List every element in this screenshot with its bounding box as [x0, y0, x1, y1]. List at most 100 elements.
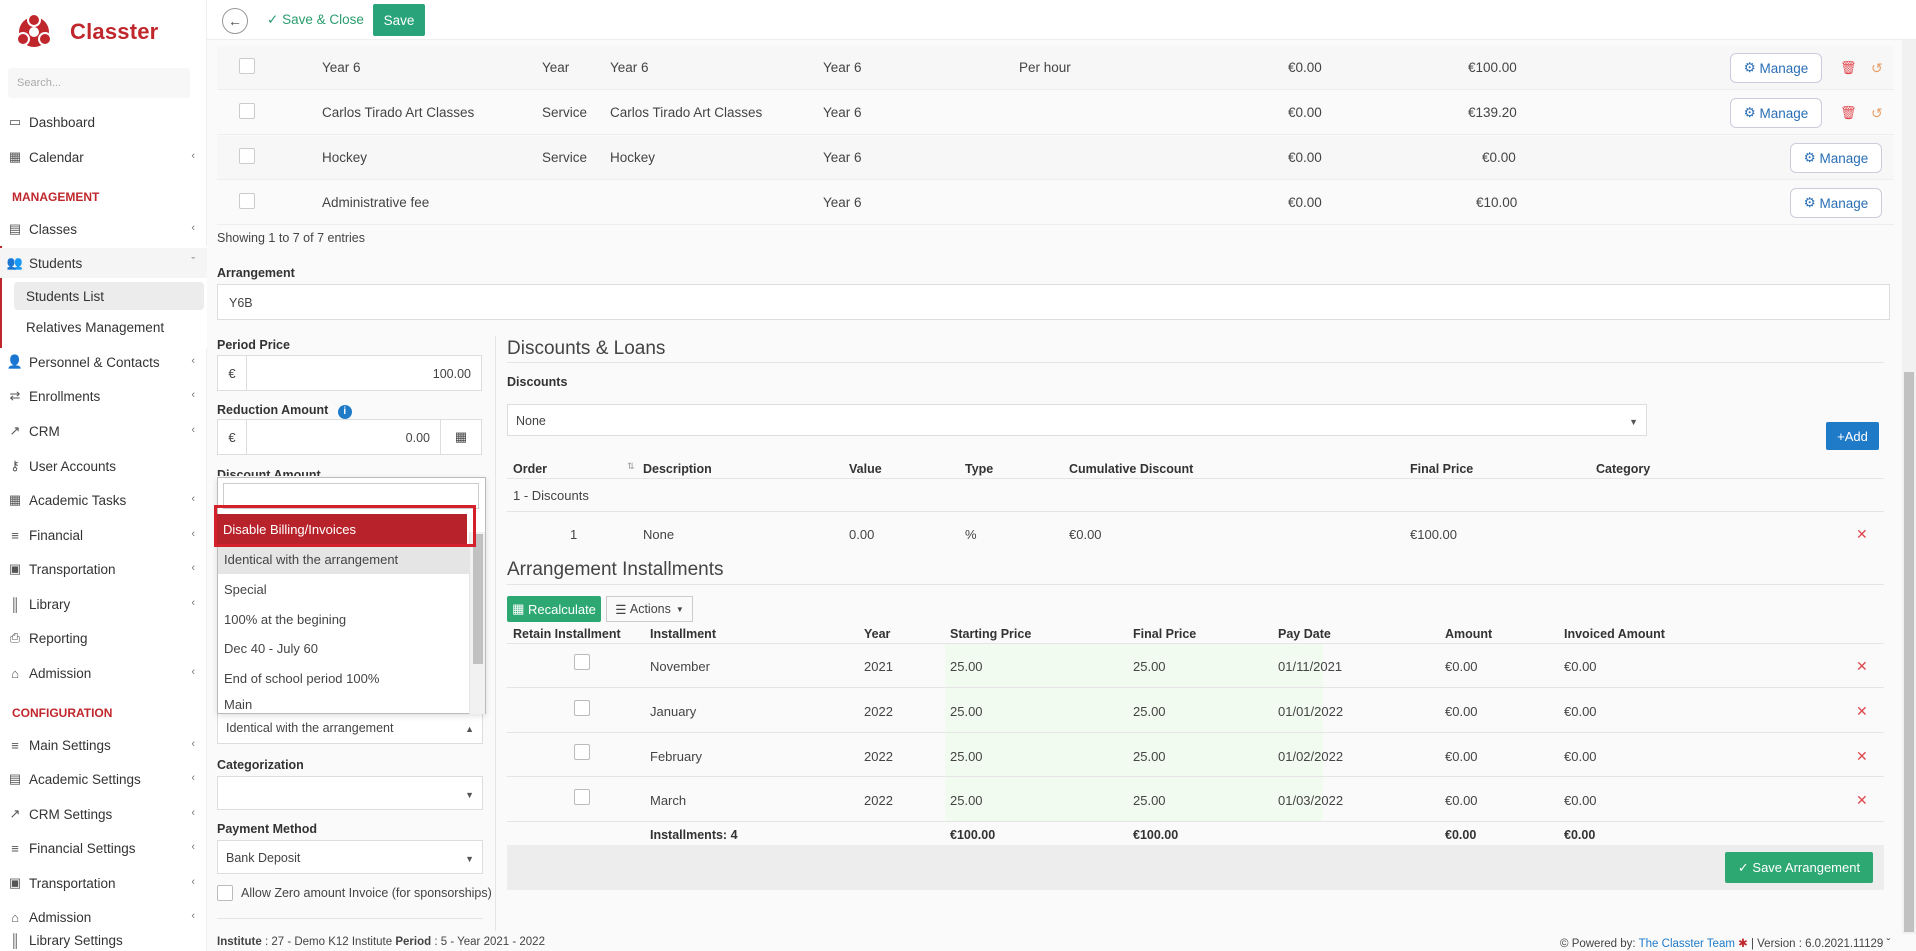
- top-toolbar: ← ✓ Save & Close Save: [207, 0, 1916, 40]
- save-button[interactable]: Save: [373, 4, 425, 36]
- sidebar-item-dashboard[interactable]: ▭ Dashboard: [0, 107, 207, 137]
- scrollbar-thumb[interactable]: [1904, 372, 1914, 932]
- info-icon[interactable]: i: [337, 405, 352, 419]
- retain-checkbox[interactable]: [574, 700, 590, 716]
- calculator-icon[interactable]: ▦: [440, 419, 482, 455]
- payment-method-select[interactable]: Bank Deposit ▼: [217, 840, 483, 874]
- dropdown-option-identical[interactable]: Identical with the arrangement: [218, 544, 469, 574]
- dropdown-option-100-beginning[interactable]: 100% at the begining: [218, 604, 469, 634]
- sidebar-item-academic-settings[interactable]: ▤ Academic Settings ‹: [0, 764, 207, 794]
- restore-icon[interactable]: ↺: [1871, 60, 1883, 77]
- installment-year: 2021: [864, 659, 893, 674]
- dropdown-option-special[interactable]: Special: [218, 574, 469, 604]
- allow-zero-checkbox[interactable]: [217, 885, 233, 901]
- categorization-select[interactable]: ▼: [217, 776, 483, 810]
- page-scrollbar[interactable]: [1902, 40, 1916, 934]
- sidebar-item-reporting[interactable]: ⎙ Reporting: [0, 623, 207, 653]
- starting-price[interactable]: 25.00: [950, 793, 983, 808]
- chevron-down-icon[interactable]: ˇ: [1887, 938, 1891, 950]
- sort-icon[interactable]: ⇅: [627, 461, 635, 472]
- arrangement-input[interactable]: Y6B: [217, 284, 1890, 320]
- sidebar-search-input[interactable]: Search...: [8, 68, 190, 98]
- sidebar-item-transportation[interactable]: ▣ Transportation ‹: [0, 554, 207, 584]
- retain-checkbox[interactable]: [574, 654, 590, 670]
- coins-icon: ≡: [11, 527, 19, 543]
- delete-x-icon[interactable]: ✕: [1856, 658, 1868, 675]
- starting-price[interactable]: 25.00: [950, 749, 983, 764]
- actions-button[interactable]: ☰ Actions ▼: [606, 596, 693, 622]
- delete-x-icon[interactable]: ✕: [1856, 748, 1868, 765]
- restore-icon[interactable]: ↺: [1871, 105, 1883, 122]
- retain-checkbox[interactable]: [574, 744, 590, 760]
- manage-button[interactable]: ⚙ Manage: [1790, 143, 1882, 173]
- final-price[interactable]: 25.00: [1133, 704, 1166, 719]
- dropdown-search-input[interactable]: [223, 483, 479, 509]
- dropdown-option-main[interactable]: Main: [218, 693, 469, 714]
- sidebar-item-user-accounts[interactable]: ⚷ User Accounts: [0, 451, 207, 481]
- divider: [507, 362, 1884, 363]
- discounts-select[interactable]: None ▼: [507, 404, 1647, 436]
- pay-date[interactable]: 01/01/2022: [1278, 704, 1343, 719]
- back-arrow-icon[interactable]: ←: [222, 8, 248, 34]
- sidebar-item-admission-settings[interactable]: ⌂ Admission ‹: [0, 902, 207, 932]
- col-header[interactable]: Order: [513, 462, 547, 476]
- save-arrangement-button[interactable]: ✓ Save Arrangement: [1725, 852, 1873, 883]
- delete-x-icon[interactable]: ✕: [1856, 526, 1868, 543]
- sidebar-item-academic-tasks[interactable]: ▦ Academic Tasks ‹: [0, 485, 207, 515]
- team-link[interactable]: The Classter Team: [1639, 938, 1735, 950]
- starting-price[interactable]: 25.00: [950, 704, 983, 719]
- retain-checkbox[interactable]: [574, 789, 590, 805]
- sidebar-item-crm-settings[interactable]: ↗ CRM Settings ‹: [0, 799, 207, 829]
- sidebar-item-crm[interactable]: ↗ CRM ‹: [0, 416, 207, 446]
- sidebar-item-library-settings[interactable]: ║ Library Settings: [0, 933, 207, 951]
- col-header: Retain Installment: [513, 627, 621, 641]
- dropdown-option-end-of-period[interactable]: End of school period 100%: [218, 663, 469, 693]
- manage-button[interactable]: ⚙ Manage: [1730, 53, 1822, 83]
- starting-price[interactable]: 25.00: [950, 659, 983, 674]
- sidebar-item-enrollments[interactable]: ⇄ Enrollments ‹: [0, 381, 207, 411]
- manage-button[interactable]: ⚙ Manage: [1730, 98, 1822, 128]
- cogs-icon: ⚙: [1803, 150, 1820, 165]
- trash-icon[interactable]: 🗑: [1840, 60, 1857, 76]
- sidebar-item-calendar[interactable]: ▦ Calendar ‹: [0, 142, 207, 172]
- sidebar-item-students-list[interactable]: Students List: [14, 282, 204, 310]
- row-checkbox[interactable]: [239, 58, 255, 74]
- recalculate-button[interactable]: ▦ Recalculate: [507, 596, 601, 622]
- add-discount-button[interactable]: + Add: [1826, 422, 1879, 450]
- scrollbar-thumb[interactable]: [473, 534, 483, 664]
- manage-button[interactable]: ⚙ Manage: [1790, 188, 1882, 218]
- final-price[interactable]: 25.00: [1133, 793, 1166, 808]
- row-checkbox[interactable]: [239, 193, 255, 209]
- caret-down-icon: ▼: [1629, 417, 1638, 427]
- row-checkbox[interactable]: [239, 103, 255, 119]
- dropdown-option-dec-july[interactable]: Dec 40 - July 60: [218, 633, 469, 663]
- sidebar-item-personnel[interactable]: 👤 Personnel & Contacts ‹: [0, 347, 207, 377]
- period-price-input[interactable]: 100.00: [246, 355, 482, 391]
- final-price[interactable]: 25.00: [1133, 659, 1166, 674]
- dropdown-option-disable-billing[interactable]: Disable Billing/Invoices: [217, 514, 467, 544]
- dropdown-scrollbar[interactable]: [469, 532, 485, 714]
- billing-select[interactable]: Identical with the arrangement ▲: [217, 710, 483, 744]
- pay-date[interactable]: 01/03/2022: [1278, 793, 1343, 808]
- trash-icon[interactable]: 🗑: [1840, 105, 1857, 121]
- row-checkbox[interactable]: [239, 148, 255, 164]
- save-close-button[interactable]: ✓ Save & Close: [267, 12, 364, 28]
- reduction-amount-input[interactable]: 0.00: [246, 419, 441, 455]
- final-price[interactable]: 25.00: [1133, 749, 1166, 764]
- chevron-left-icon: ‹: [191, 562, 195, 574]
- sidebar-item-financial-settings[interactable]: ≡ Financial Settings ‹: [0, 833, 207, 863]
- pay-date[interactable]: 01/02/2022: [1278, 749, 1343, 764]
- delete-x-icon[interactable]: ✕: [1856, 703, 1868, 720]
- sidebar-item-transportation-settings[interactable]: ▣ Transportation ‹: [0, 868, 207, 898]
- sidebar-item-relatives[interactable]: Relatives Management: [14, 313, 204, 341]
- sidebar-item-library[interactable]: ║ Library ‹: [0, 589, 207, 619]
- sidebar-item-students[interactable]: 👥 Students ˇ: [0, 248, 207, 278]
- sidebar-item-admission[interactable]: ⌂ Admission ‹: [0, 658, 207, 688]
- delete-x-icon[interactable]: ✕: [1856, 792, 1868, 809]
- sidebar-item-classes[interactable]: ▤ Classes ‹: [0, 214, 207, 244]
- app-logo[interactable]: Classter: [14, 10, 214, 54]
- sidebar-item-financial[interactable]: ≡ Financial ‹: [0, 520, 207, 550]
- sidebar-item-main-settings[interactable]: ≡ Main Settings ‹: [0, 730, 207, 760]
- discount-description: None: [643, 527, 675, 542]
- pay-date[interactable]: 01/11/2021: [1278, 659, 1342, 674]
